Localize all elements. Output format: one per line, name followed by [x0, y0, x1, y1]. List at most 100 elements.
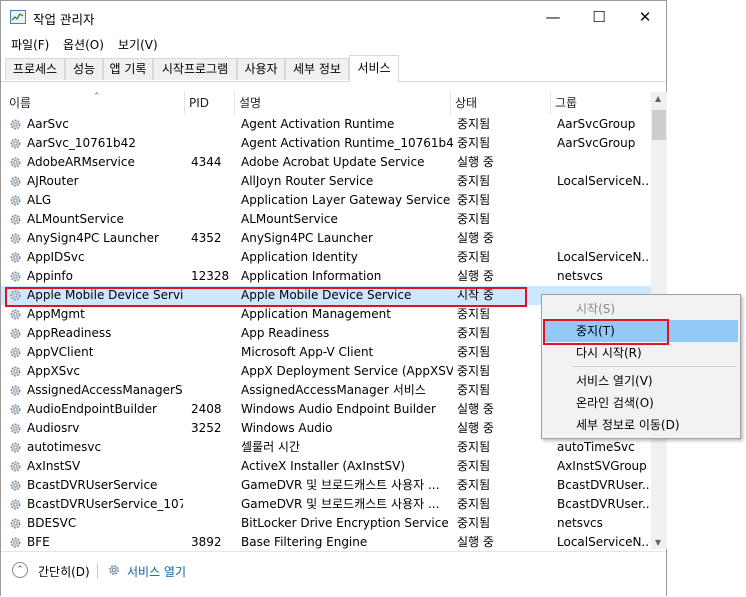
- service-gear-icon: [9, 156, 22, 169]
- service-gear-icon: [9, 498, 22, 511]
- cell-name: AudioEndpointBuilder: [27, 402, 157, 416]
- menu-file[interactable]: 파일(F): [11, 36, 49, 53]
- cell-desc: ALMountService: [241, 212, 338, 226]
- cell-desc: Application Identity: [241, 250, 358, 264]
- column-header-status[interactable]: 상태: [451, 91, 551, 115]
- fewer-details-link[interactable]: 간단히(D): [38, 563, 90, 580]
- menu-view[interactable]: 보기(V): [118, 36, 158, 53]
- scroll-up-icon[interactable]: ▲: [655, 94, 661, 103]
- table-header: 이름 ⌃ PID 설명 상태 그룹: [1, 91, 651, 115]
- cell-group: [557, 229, 649, 248]
- ctx-go-to-details-item[interactable]: 세부 정보로 이동(D): [544, 414, 738, 436]
- minimize-button[interactable]: —: [530, 1, 576, 33]
- cell-pid: [191, 438, 235, 457]
- cell-name: Apple Mobile Device Service: [27, 288, 183, 302]
- service-gear-icon: [9, 536, 22, 549]
- close-button[interactable]: ✕: [622, 1, 668, 33]
- cell-pid: [191, 134, 235, 153]
- scroll-down-icon[interactable]: ▼: [655, 538, 661, 547]
- cell-group: BcastDVRUser...: [557, 497, 649, 511]
- cell-desc: App Readiness: [241, 326, 330, 340]
- table-row[interactable]: AxInstSV ActiveX Installer (AxInstSV) 중지됨 A…: [1, 457, 651, 476]
- window-title: 작업 관리자: [33, 12, 95, 27]
- service-gear-icon: [9, 365, 22, 378]
- cell-desc: BitLocker Drive Encryption Service: [241, 516, 449, 530]
- scrollbar-thumb[interactable]: [652, 110, 666, 140]
- table-row[interactable]: BcastDVRUserService_107... GameDVR 및 브로드캐…: [1, 495, 651, 514]
- cell-desc: GameDVR 및 브로드캐스트 사용자 ...: [241, 497, 440, 511]
- cell-desc: Application Management: [241, 307, 391, 321]
- tab-processes[interactable]: 프로세스: [5, 58, 65, 80]
- cell-pid: [191, 362, 235, 381]
- service-gear-icon: [9, 346, 22, 359]
- tab-services[interactable]: 서비스: [349, 55, 399, 82]
- cell-status: 중지됨: [457, 440, 491, 454]
- table-row[interactable]: BDESVC BitLocker Drive Encryption Service…: [1, 514, 651, 533]
- cell-pid: 4352: [191, 231, 222, 245]
- table-row[interactable]: ALG Application Layer Gateway Service 중지됨: [1, 191, 651, 210]
- menu-options[interactable]: 옵션(O): [63, 36, 104, 53]
- tab-users[interactable]: 사용자: [237, 58, 285, 80]
- cell-name: AssignedAccessManagerSvc: [27, 383, 183, 397]
- table-row[interactable]: autotimesvc 셀룰러 시간 중지됨 autoTimeSvc: [1, 438, 651, 457]
- cell-status: 실행 중: [457, 421, 494, 435]
- cell-group: netsvcs: [557, 516, 603, 530]
- table-row[interactable]: BcastDVRUserService GameDVR 및 브로드캐스트 사용자 …: [1, 476, 651, 495]
- tab-details[interactable]: 세부 정보: [285, 58, 349, 80]
- cell-desc: AssignedAccessManager 서비스: [241, 383, 426, 397]
- table-row[interactable]: AarSvc Agent Activation Runtime 중지됨 AarSvcG…: [1, 115, 651, 134]
- cell-status: 중지됨: [457, 516, 491, 530]
- cell-desc: Adobe Acrobat Update Service: [241, 155, 425, 169]
- column-header-group[interactable]: 그룹: [551, 91, 651, 115]
- table-row[interactable]: ALMountService ALMountService 중지됨: [1, 210, 651, 229]
- cell-status: 중지됨: [457, 364, 491, 378]
- cell-name: AarSvc: [27, 117, 69, 131]
- table-row[interactable]: Appinfo 12328 Application Information 실행 중 n…: [1, 267, 651, 286]
- cell-name: BcastDVRUserService_107...: [27, 497, 183, 511]
- cell-name: AppReadiness: [27, 326, 112, 340]
- cell-desc: Microsoft App-V Client: [241, 345, 374, 359]
- cell-name: AppVClient: [27, 345, 94, 359]
- maximize-button[interactable]: ☐: [576, 1, 622, 33]
- cell-status: 중지됨: [457, 136, 491, 150]
- cell-desc: ActiveX Installer (AxInstSV): [241, 459, 406, 473]
- ctx-open-services-item[interactable]: 서비스 열기(V): [544, 370, 738, 392]
- service-gear-icon: [9, 194, 22, 207]
- cell-name: BFE: [27, 535, 50, 549]
- tab-app-history[interactable]: 앱 기록: [103, 58, 153, 80]
- cell-desc: AllJoyn Router Service: [241, 174, 374, 188]
- table-row[interactable]: AJRouter AllJoyn Router Service 중지됨 LocalSe…: [1, 172, 651, 191]
- sort-ascending-icon: ⌃: [93, 92, 101, 102]
- ctx-separator: [572, 366, 736, 367]
- cell-pid: [191, 514, 235, 533]
- cell-group: LocalServiceN...: [557, 250, 649, 264]
- cell-desc: Application Layer Gateway Service: [241, 193, 451, 207]
- tab-performance[interactable]: 성능: [65, 58, 103, 80]
- table-row[interactable]: AdobeARMservice 4344 Adobe Acrobat Update …: [1, 153, 651, 172]
- cell-group: AxInstSVGroup: [557, 459, 647, 473]
- ctx-search-online-item[interactable]: 온라인 검색(O): [544, 392, 738, 414]
- service-gear-icon: [9, 403, 22, 416]
- context-menu: 세부 정보로 이동(D) 온라인 검색(O) 서비스 열기(V) 다시 시작(R) 중지…: [541, 294, 741, 439]
- column-header-description[interactable]: 설명: [235, 91, 451, 115]
- cell-name: AxInstSV: [27, 459, 81, 473]
- cell-group: [557, 153, 649, 172]
- table-row[interactable]: AnySign4PC Launcher 4352 AnySign4PC Launch…: [1, 229, 651, 248]
- cell-status: 중지됨: [457, 459, 491, 473]
- ctx-restart-item[interactable]: 다시 시작(R): [544, 342, 738, 364]
- service-gear-icon: [9, 479, 22, 492]
- cell-pid: [191, 324, 235, 343]
- cell-name: AppIDSvc: [27, 250, 85, 264]
- table-row[interactable]: AppIDSvc Application Identity 중지됨 LocalServ…: [1, 248, 651, 267]
- column-header-pid[interactable]: PID: [185, 91, 235, 115]
- collapse-chevron-icon[interactable]: ⌃: [12, 562, 28, 578]
- cell-desc: Apple Mobile Device Service: [241, 288, 412, 302]
- table-row[interactable]: BFE 3892 Base Filtering Engine 실행 중 LocalSer…: [1, 533, 651, 549]
- cell-pid: 4344: [191, 155, 222, 169]
- open-services-link[interactable]: 서비스 열기: [127, 563, 186, 580]
- table-row[interactable]: AarSvc_10761b42 Agent Activation Runtime_…: [1, 134, 651, 153]
- cell-name: BDESVC: [27, 516, 77, 530]
- column-header-name[interactable]: 이름 ⌃: [5, 91, 185, 115]
- tab-startup[interactable]: 시작프로그램: [153, 58, 237, 80]
- ctx-stop-item[interactable]: 중지(T): [544, 320, 738, 342]
